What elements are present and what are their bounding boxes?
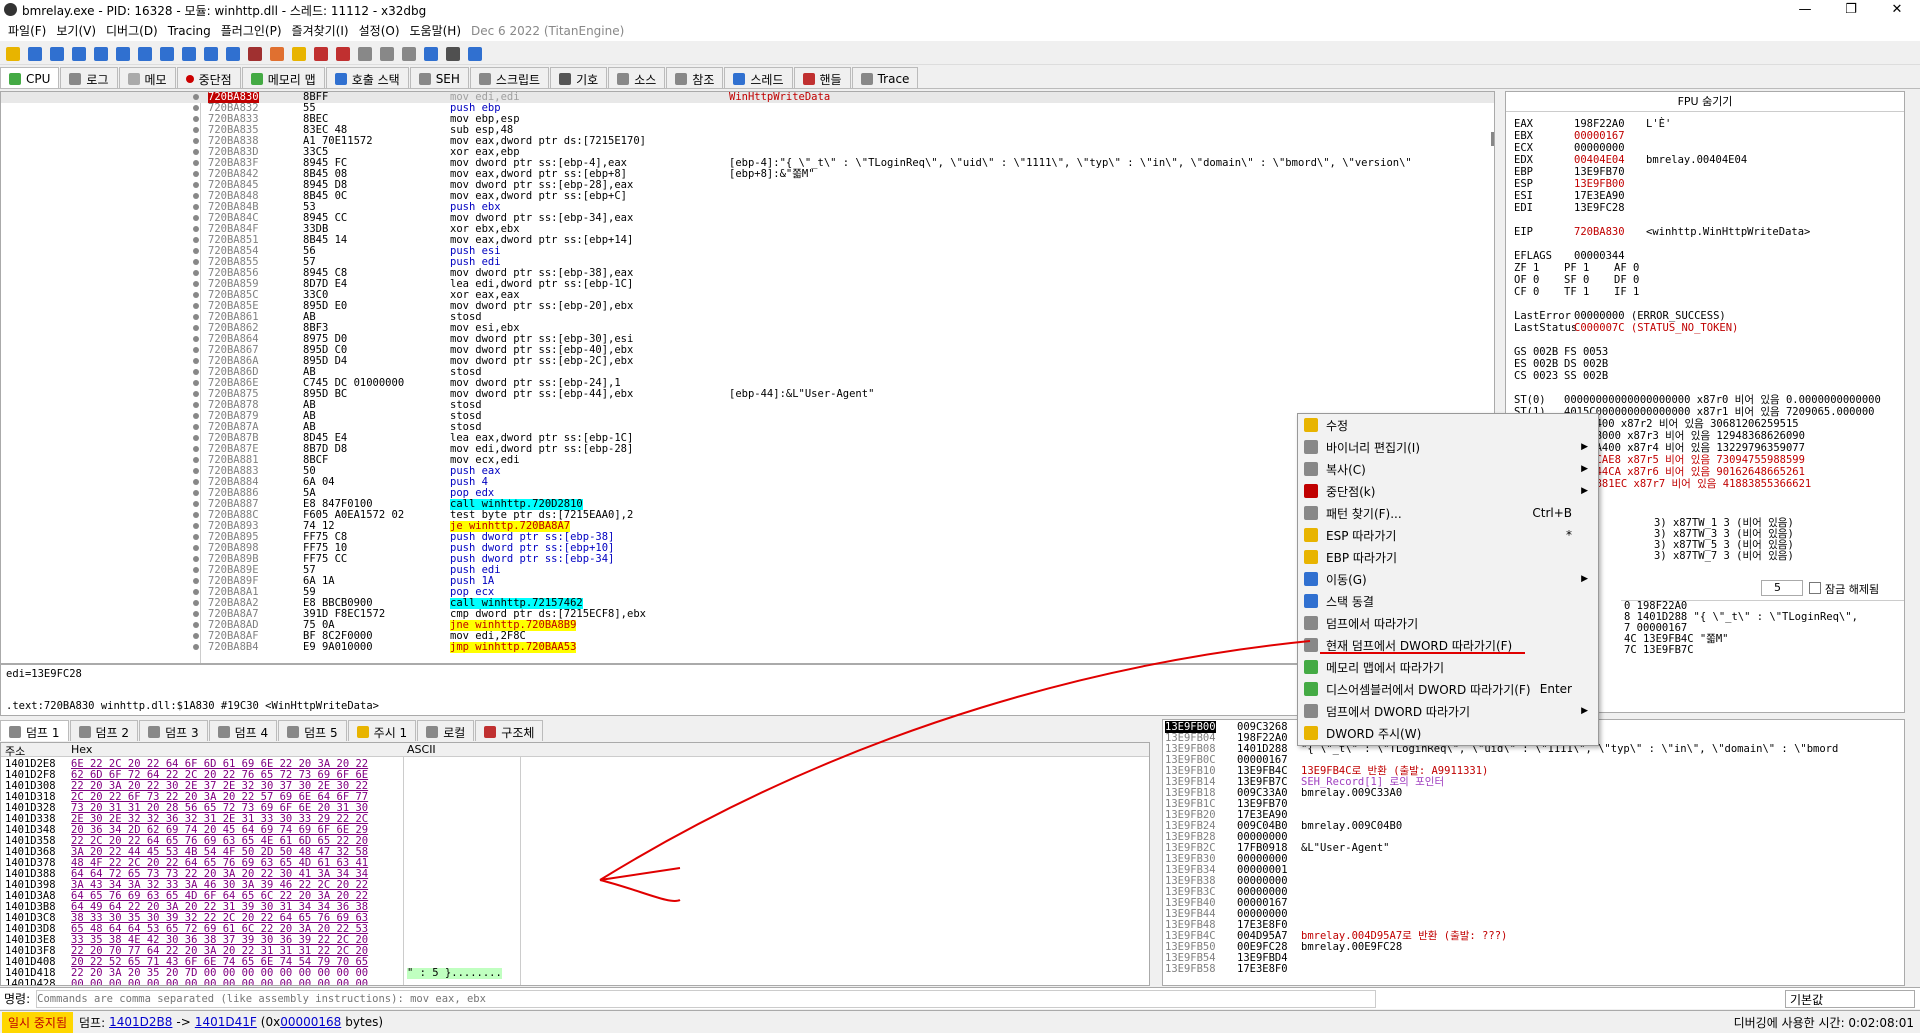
debug-state: 일시 중지됨 [2,1011,74,1033]
dump-size-link[interactable]: 00000168 [280,1015,341,1029]
command-type-dropdown[interactable]: 기본값 [1785,990,1915,1008]
debug-time: 디버깅에 사용한 시간: 0:02:08:01 [1733,1015,1914,1030]
dump-label: 덤프: [79,1015,106,1030]
annotation-arrow [599,640,1311,902]
command-bar: 명령: 기본값 [0,987,1920,1009]
status-bar: 일시 중지됨 덤프: 1401D2B8 -> 1401D41F (0x 0000… [0,1010,1920,1033]
dump-end-link[interactable]: 1401D41F [195,1015,257,1029]
size-open: (0x [260,1015,281,1029]
range-arrow: -> [176,1015,191,1029]
dump-start-link[interactable]: 1401D2B8 [109,1015,172,1029]
command-label: 명령: [4,992,31,1006]
size-unit: bytes) [345,1015,384,1029]
command-input[interactable] [36,989,1377,1008]
